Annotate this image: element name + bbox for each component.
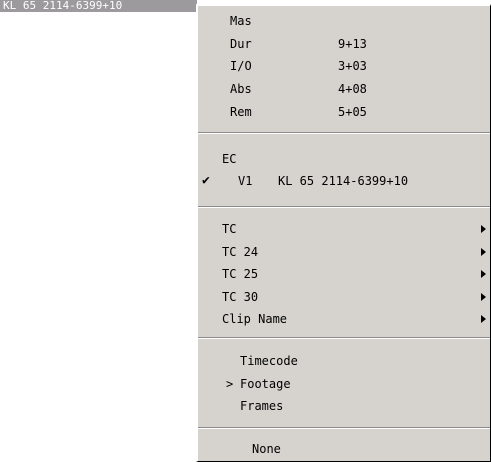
menu-item-abs[interactable]: Abs [230, 80, 252, 98]
submenu-arrow-icon [481, 315, 486, 323]
menu-separator [198, 206, 490, 208]
submenu-arrow-icon [481, 225, 486, 233]
abs-value: 4+08 [338, 82, 367, 96]
rem-value: 5+05 [338, 105, 367, 119]
selected-marker-icon: > [226, 377, 234, 391]
menu-separator [198, 132, 490, 134]
v1-value: KL 65 2114-6399+10 [278, 174, 409, 188]
menu-separator [198, 337, 490, 339]
menu-item-frames[interactable]: Frames [240, 397, 283, 415]
submenu-tc-30[interactable]: TC 30 [222, 288, 258, 306]
menu-item-dur[interactable]: Dur [230, 35, 252, 53]
timecode-display-menu: Mas Dur 9+13 I/O 3+03 Abs 4+08 Rem 5+05 … [196, 4, 491, 462]
submenu-tc-25[interactable]: TC 25 [222, 265, 258, 283]
menu-item-none[interactable]: None [252, 440, 281, 458]
menu-item-ec[interactable]: EC [222, 150, 236, 168]
menu-item-rem[interactable]: Rem [230, 103, 252, 121]
checkmark-icon: ✔ [202, 173, 210, 188]
menu-item-mas[interactable]: Mas [230, 12, 252, 30]
submenu-clip-name[interactable]: Clip Name [222, 310, 287, 328]
io-value: 3+03 [338, 59, 367, 73]
menu-item-io[interactable]: I/O [230, 57, 252, 75]
submenu-arrow-icon [481, 270, 486, 278]
submenu-tc[interactable]: TC [222, 220, 236, 238]
submenu-tc-24[interactable]: TC 24 [222, 243, 258, 261]
source-timecode-field[interactable]: KL 65 2114-6399+10 [0, 0, 197, 12]
menu-item-footage[interactable]: Footage [240, 375, 291, 393]
menu-separator [198, 427, 490, 429]
menu-item-v1[interactable]: V1 [238, 172, 252, 190]
dur-value: 9+13 [338, 37, 367, 51]
menu-item-timecode[interactable]: Timecode [240, 352, 298, 370]
submenu-arrow-icon [481, 293, 486, 301]
submenu-arrow-icon [481, 248, 486, 256]
